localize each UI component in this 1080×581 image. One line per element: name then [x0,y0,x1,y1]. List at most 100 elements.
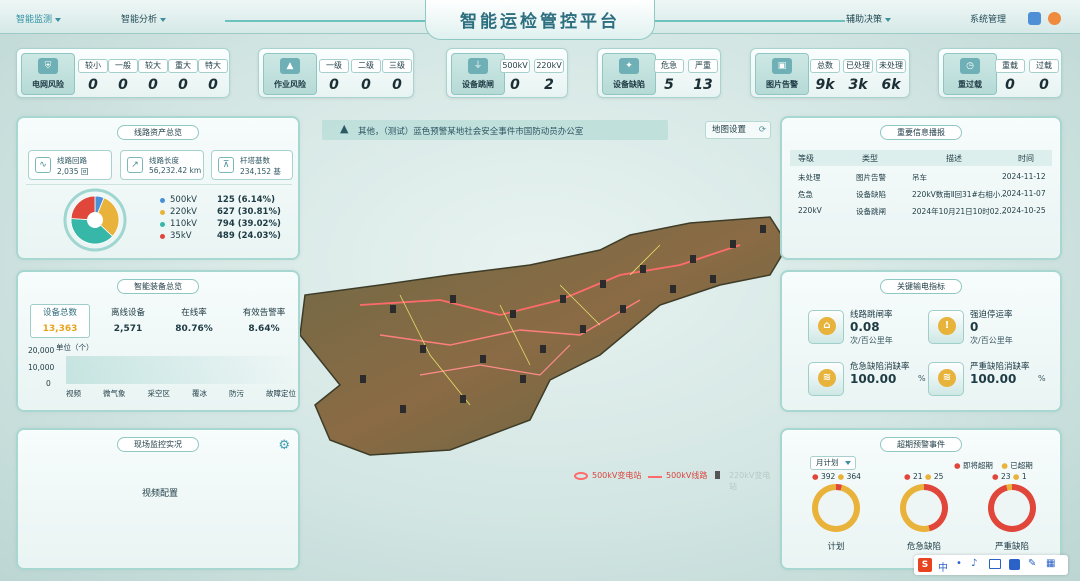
gear-icon[interactable]: ⚙ [278,438,290,453]
user-avatar-icon[interactable] [1048,12,1061,25]
asset-box-towers[interactable]: ⊼ 杆塔基数 234,152 基 [211,150,293,180]
kpi-name: 危急缺陷消缺率 [850,362,910,372]
ring-label: 计划 [827,542,845,552]
alert-banner[interactable]: ▲ 其他，（测试）蓝色预警某地社会安全事件市国防动员办公室 [322,120,668,140]
switch-icon: ⏚ [468,58,488,74]
microphone-icon[interactable]: ♪ [971,558,977,569]
kpi-name: 强迫停运率 [970,310,1013,320]
nav-smart-analysis[interactable]: 智能分析 [121,12,167,25]
nav-smart-monitoring[interactable]: 智能监测 [16,12,62,25]
video-config-placeholder[interactable]: 视频配置 [18,486,302,499]
col-header: 类型 [862,154,878,163]
chart-unit: 单位（个） [56,343,94,352]
eq-header-online: 在线率 [181,308,207,318]
kpi-critical-defect-rate[interactable]: ≋ 危急缺陷消缺率 100.00% [808,360,926,400]
kpi-line-trip-rate[interactable]: ⌂ 线路跳闸率 0.08 次/百公里年 [808,308,926,348]
stat-card-overload[interactable]: ◷ 重过载 重载 0 过载 0 [938,48,1062,98]
region-map[interactable] [300,205,790,475]
nav-label: 智能分析 [121,15,158,25]
period-select[interactable]: 月计划 [810,456,856,470]
legend-500kv-substation: 500kV变电站 [592,471,642,480]
select-value: 月计划 [816,458,839,467]
nav-label: 智能监测 [16,15,53,25]
chevron-down-icon [55,17,62,22]
legend-220kv: 220kV 627 (30.81%) [160,207,300,219]
keyboard-icon[interactable] [989,559,1001,569]
skin-icon[interactable] [1009,559,1020,570]
legend-500kv: 500kV 125 (6.14%) [160,195,300,207]
ime-logo-icon[interactable]: S [918,558,932,572]
alert-icon: ! [938,317,956,335]
table-row[interactable]: 危急 设备缺陷 220kV数南Ⅱ回31#右相小... 2024-11-07 [790,189,1052,203]
punct-icon[interactable]: • [956,558,962,569]
ime-toolbar[interactable]: S 中 • ♪ ✎ ▦ [914,555,1068,575]
count-overdue: 364 [846,472,861,481]
stat-key: 较大 [138,59,168,73]
stat-label: ⏚ 设备跳闸 [451,53,505,95]
cell: 未处理 [798,173,821,182]
y-tick: 0 [46,379,51,388]
stat-key: 500kV [500,59,530,73]
legend-value: 125 (6.14%) [217,195,275,205]
bar-chart-area [66,356,292,384]
site-monitor-panel: 现场监控实况 ⚙ 视频配置 [16,428,300,570]
stat-value: 0 [361,77,371,93]
page-title: 智能运检管控平台 [460,12,620,32]
stat-card-work-risk[interactable]: ▲ 作业风险 一级 0 二级 0 三级 0 [258,48,414,98]
kpi-icon-box: ⌂ [808,310,844,344]
eq-header-alarm: 有效告警率 [242,308,286,318]
stat-value: 0 [148,77,158,93]
ime-language[interactable]: 中 [938,559,948,574]
table-row[interactable]: 220kV 设备跳闸 2024年10月21日10时02... 2024-10-25 [790,206,1052,220]
stat-value: 3k [848,77,868,93]
legend-dot [160,198,165,203]
stat-label-text: 设备缺陷 [613,80,645,89]
tool-icon[interactable]: ✎ [1028,558,1036,569]
ring-severe-defect[interactable] [988,484,1036,532]
grid-icon[interactable]: ▦ [1046,558,1055,569]
screen-icon[interactable] [1028,12,1041,25]
stat-key: 未处理 [876,59,906,73]
cell: 2024年10月21日10时02... [912,207,1007,216]
panel-title: 现场监控实况 [117,437,199,452]
wave-icon: ≋ [818,369,836,387]
legend-dot [160,210,165,215]
x-tick: 覆冰 [192,389,207,398]
stat-card-grid-risk[interactable]: ⛨ 电网风险 较小 0 一般 0 较大 0 重大 0 特大 0 [16,48,230,98]
stat-card-trip[interactable]: ⏚ 设备跳闸 500kV 0 220kV 2 [446,48,568,98]
map-legend: 500kV变电站 500kV线路 220kV变电站 [574,470,774,491]
stat-label: ▲ 作业风险 [263,53,317,95]
stat-key: 已处理 [843,59,873,73]
stat-card-image-alarm[interactable]: ▣ 图片告警 总数 9k 已处理 3k 未处理 6k [750,48,910,98]
kpi-forced-outage-rate[interactable]: ! 强迫停运率 0 次/百公里年 [928,308,1046,348]
stat-value: 2 [544,77,554,93]
kpi-name: 线路跳闸率 [850,310,893,320]
kpi-severe-defect-rate[interactable]: ≋ 严重缺陷消缺率 100.00% [928,360,1046,400]
ring-plan[interactable] [812,484,860,532]
cell: 220kV [798,206,822,215]
asset-box-circuits[interactable]: ∿ 线路回路 2,035 回 [28,150,112,180]
page-title-box: 智能运检管控平台 [425,0,655,40]
nav-decision-support[interactable]: 辅助决策 [846,12,892,25]
asset-box-length[interactable]: ↗ 线路长度 56,232.42 km [120,150,204,180]
table-row[interactable]: 未处理 图片告警 吊车 2024-11-12 [790,172,1052,186]
stat-card-defect[interactable]: ✦ 设备缺陷 危急 5 严重 13 [597,48,721,98]
panel-title: 重要信息播报 [880,125,962,140]
equipment-panel: 智能装备总览 设备总数 离线设备 在线率 有效告警率 13,363 2,571 … [16,270,300,412]
stat-key: 一级 [319,59,349,73]
title-decoration-right [655,20,845,22]
map-settings-button[interactable]: 地图设置 ⟳ [705,121,771,139]
kpi-value: 0.08 [850,320,880,334]
y-tick: 10,000 [28,363,55,372]
alert-text: 其他，（测试）蓝色预警某地社会安全事件市国防动员办公室 [358,127,584,137]
x-tick: 微气象 [103,389,126,398]
info-table-header: 等级 类型 描述 时间 [790,150,1052,166]
nav-system-management[interactable]: 系统管理 [970,12,1006,25]
stat-label-text: 重过载 [958,80,982,89]
overdue-warning-panel: 超期预警事件 月计划 ● 即将超期 ● 已超期 ● 392 ● 364 ● 21… [780,428,1062,570]
panel-title: 超期预警事件 [880,437,962,452]
kpi-unit: % [918,374,926,383]
cell: 2024-10-25 [1002,206,1046,215]
ring-critical-defect[interactable] [900,484,948,532]
legend-name: 500kV [170,195,197,205]
